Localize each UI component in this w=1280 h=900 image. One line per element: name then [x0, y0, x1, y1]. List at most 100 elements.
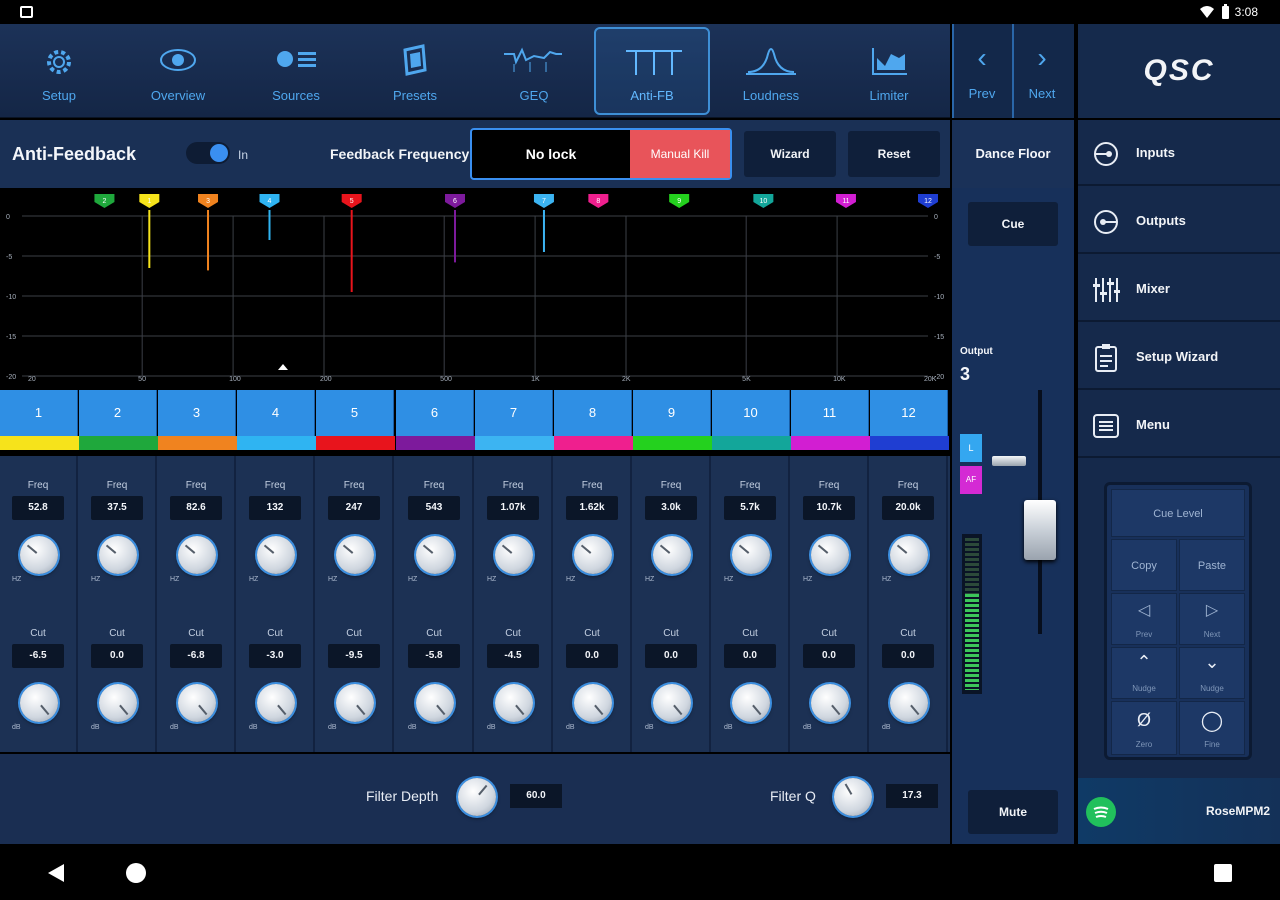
- sidebar-item-menu[interactable]: Menu: [1078, 392, 1280, 458]
- freq-value[interactable]: 1.62k: [566, 496, 618, 520]
- freq-knob[interactable]: [890, 536, 928, 574]
- nav-limiter[interactable]: Limiter: [830, 24, 948, 118]
- channel-tab-3[interactable]: 3: [158, 390, 236, 436]
- reset-button[interactable]: Reset: [848, 131, 940, 177]
- paste-button[interactable]: Paste: [1179, 539, 1245, 591]
- sidebar-item-outputs[interactable]: Outputs: [1078, 188, 1280, 254]
- recents-icon[interactable]: [1214, 864, 1232, 882]
- freq-value[interactable]: 37.5: [91, 496, 143, 520]
- freq-knob[interactable]: [811, 536, 849, 574]
- cut-knob[interactable]: [336, 684, 374, 722]
- nav-geq[interactable]: GEQ: [475, 24, 593, 118]
- cut-value[interactable]: 0.0: [803, 644, 855, 668]
- cut-value[interactable]: -6.8: [170, 644, 222, 668]
- nudge-down-button[interactable]: ⌄ Nudge: [1179, 647, 1245, 699]
- freq-knob[interactable]: [99, 536, 137, 574]
- manual-kill-button[interactable]: Manual Kill: [630, 130, 730, 178]
- feedback-graph[interactable]: 0 0-5 -5-10 -10-15 -15-20 -2020 50 100 200 500 1K 2…: [0, 188, 950, 388]
- freq-knob[interactable]: [336, 536, 374, 574]
- freq-knob[interactable]: [495, 536, 533, 574]
- cut-value[interactable]: -6.5: [12, 644, 64, 668]
- nav-overview[interactable]: Overview: [119, 24, 237, 118]
- antifeedback-toggle[interactable]: [186, 142, 230, 164]
- mute-button[interactable]: Mute: [968, 790, 1058, 834]
- zone-name[interactable]: Dance Floor: [952, 120, 1074, 188]
- cut-knob[interactable]: [257, 684, 295, 722]
- sidebar-item-inputs[interactable]: Inputs: [1078, 120, 1280, 186]
- cut-knob[interactable]: [890, 684, 928, 722]
- nudge-up-button[interactable]: ⌃ Nudge: [1111, 647, 1177, 699]
- nav-setup[interactable]: Setup: [0, 24, 118, 118]
- nav-presets[interactable]: Presets: [356, 24, 474, 118]
- cue-level-button[interactable]: Cue Level: [1111, 489, 1245, 537]
- copy-button[interactable]: Copy: [1111, 539, 1177, 591]
- filter-depth-value[interactable]: 60.0: [510, 784, 562, 808]
- freq-value[interactable]: 82.6: [170, 496, 222, 520]
- streaming-source[interactable]: RoseMPM2: [1078, 778, 1280, 844]
- freq-value[interactable]: 247: [328, 496, 380, 520]
- cut-knob[interactable]: [99, 684, 137, 722]
- channel-tab-7[interactable]: 7: [475, 390, 553, 436]
- cut-value[interactable]: -3.0: [249, 644, 301, 668]
- cut-knob[interactable]: [811, 684, 849, 722]
- freq-value[interactable]: 1.07k: [487, 496, 539, 520]
- next-page-button[interactable]: › Next: [1012, 24, 1070, 118]
- cut-value[interactable]: -5.8: [408, 644, 460, 668]
- filter-q-knob[interactable]: [834, 778, 872, 816]
- cut-value[interactable]: 0.0: [882, 644, 934, 668]
- cut-value[interactable]: 0.0: [645, 644, 697, 668]
- freq-knob[interactable]: [574, 536, 612, 574]
- cue-prev-button[interactable]: ◁ Prev: [1111, 593, 1177, 645]
- cut-value[interactable]: 0.0: [566, 644, 618, 668]
- freq-knob[interactable]: [653, 536, 691, 574]
- freq-value[interactable]: 543: [408, 496, 460, 520]
- cut-knob[interactable]: [416, 684, 454, 722]
- channel-tab-6[interactable]: 6: [396, 390, 474, 436]
- channel-tab-1[interactable]: 1: [0, 390, 78, 436]
- channel-tab-4[interactable]: 4: [237, 390, 315, 436]
- freq-knob[interactable]: [20, 536, 58, 574]
- home-icon[interactable]: [126, 863, 146, 883]
- cut-knob[interactable]: [732, 684, 770, 722]
- freq-value[interactable]: 5.7k: [724, 496, 776, 520]
- fine-button[interactable]: ◯ Fine: [1179, 701, 1245, 755]
- cue-button[interactable]: Cue: [968, 202, 1058, 246]
- prev-page-button[interactable]: ‹ Prev: [952, 24, 1010, 118]
- channel-tab-10[interactable]: 10: [712, 390, 790, 436]
- freq-value[interactable]: 132: [249, 496, 301, 520]
- channel-tab-5[interactable]: 5: [316, 390, 394, 436]
- cue-next-button[interactable]: ▷ Next: [1179, 593, 1245, 645]
- cut-value[interactable]: 0.0: [91, 644, 143, 668]
- output-fader-handle[interactable]: [992, 456, 1026, 466]
- freq-knob[interactable]: [257, 536, 295, 574]
- back-icon[interactable]: [46, 863, 66, 883]
- cut-knob[interactable]: [653, 684, 691, 722]
- filter-depth-knob[interactable]: [458, 778, 496, 816]
- cut-knob[interactable]: [20, 684, 58, 722]
- cut-value[interactable]: -4.5: [487, 644, 539, 668]
- cut-value[interactable]: 0.0: [724, 644, 776, 668]
- freq-value[interactable]: 3.0k: [645, 496, 697, 520]
- filter-q-value[interactable]: 17.3: [886, 784, 938, 808]
- freq-value[interactable]: 10.7k: [803, 496, 855, 520]
- freq-knob[interactable]: [416, 536, 454, 574]
- freq-value[interactable]: 52.8: [12, 496, 64, 520]
- channel-tab-2[interactable]: 2: [79, 390, 157, 436]
- cut-knob[interactable]: [574, 684, 612, 722]
- sidebar-item-setup-wizard[interactable]: Setup Wizard: [1078, 324, 1280, 390]
- wizard-button[interactable]: Wizard: [744, 131, 836, 177]
- fader-cap[interactable]: [1024, 500, 1056, 560]
- cut-value[interactable]: -9.5: [328, 644, 380, 668]
- cut-knob[interactable]: [178, 684, 216, 722]
- zero-button[interactable]: Ø Zero: [1111, 701, 1177, 755]
- channel-tab-9[interactable]: 9: [633, 390, 711, 436]
- freq-knob[interactable]: [732, 536, 770, 574]
- channel-tab-12[interactable]: 12: [870, 390, 948, 436]
- channel-tab-11[interactable]: 11: [791, 390, 869, 436]
- cut-knob[interactable]: [495, 684, 533, 722]
- channel-tab-8[interactable]: 8: [554, 390, 632, 436]
- cursor-marker[interactable]: [278, 364, 288, 370]
- nav-antifb[interactable]: Anti-FB: [594, 27, 710, 115]
- freq-knob[interactable]: [178, 536, 216, 574]
- nav-loudness[interactable]: Loudness: [712, 24, 830, 118]
